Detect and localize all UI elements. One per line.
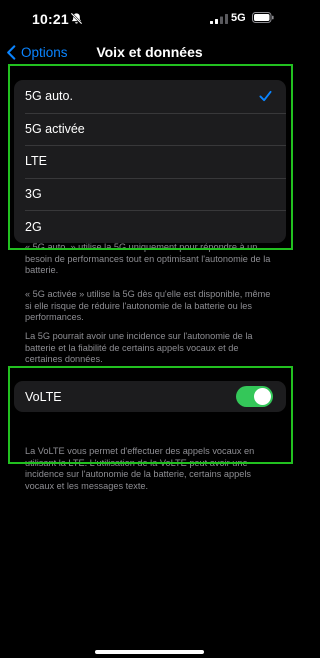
option-label: 5G activée: [25, 121, 85, 136]
cellular-signal-icon: [210, 14, 228, 24]
option-label: 2G: [25, 219, 42, 234]
option-5g-activee[interactable]: 5G activée: [14, 112, 286, 146]
battery-icon: [252, 12, 274, 23]
network-type-label: 5G: [231, 12, 246, 24]
footnote-volte: La VoLTE vous permet d'effectuer des app…: [25, 446, 255, 491]
status-bar: 10:21 5G: [0, 0, 299, 36]
status-time: 10:21: [32, 11, 69, 27]
footnote-5g-impact: La 5G pourrait avoir une incidence sur l…: [25, 331, 253, 365]
option-label: LTE: [25, 154, 47, 169]
option-label: 5G auto.: [25, 89, 73, 104]
option-lte[interactable]: LTE: [14, 145, 286, 178]
option-5g-auto[interactable]: 5G auto.: [14, 80, 286, 113]
page-title: Voix et données: [96, 44, 203, 60]
footnote-5g-auto: « 5G auto. » utilise la 5G uniquement po…: [25, 242, 271, 276]
option-2g[interactable]: 2G: [14, 210, 286, 243]
bell-slash-icon: [70, 12, 83, 25]
volte-toggle[interactable]: [236, 386, 273, 407]
checkmark-icon: [259, 90, 272, 102]
network-mode-list: 5G auto. 5G activée LTE 3G 2G: [14, 80, 286, 243]
navigation-bar: Options Voix et données: [0, 38, 299, 66]
volte-label: VoLTE: [25, 389, 62, 404]
option-3g[interactable]: 3G: [14, 177, 286, 211]
option-label: 3G: [25, 187, 42, 202]
toggle-knob: [254, 388, 271, 405]
home-indicator: [95, 650, 204, 654]
volte-group: VoLTE: [14, 381, 286, 412]
footnote-5g-activee: « 5G activée » utilise la 5G dès qu'elle…: [25, 289, 271, 323]
